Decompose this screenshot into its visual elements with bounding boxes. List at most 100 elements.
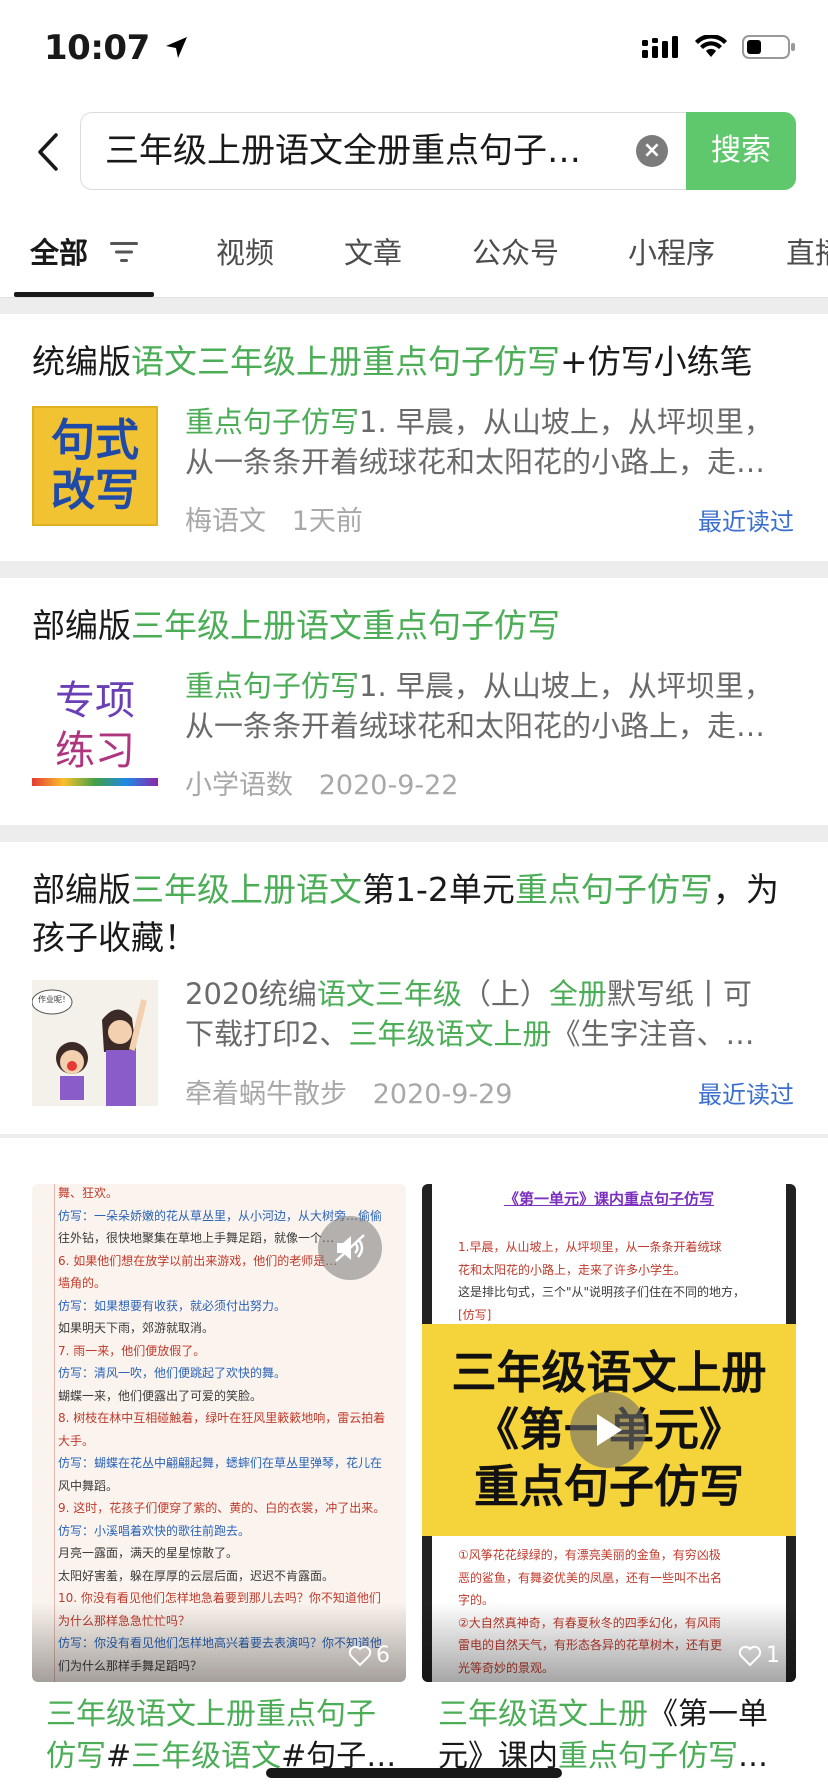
article-snippet: 重点句子仿写1. 早晨，从山坡上，从坪坝里， 从一条条开着绒球花和太阳花的小路上… xyxy=(185,402,798,482)
tab-article[interactable]: 文章 xyxy=(344,230,402,272)
document-line: 蝴蝶一来，他们便露出了可爱的笑脸。 xyxy=(58,1388,263,1403)
title-text: 第1-2单元 xyxy=(362,870,515,909)
active-tab-indicator xyxy=(14,292,154,297)
article-source: 牵着蜗牛散步 xyxy=(185,1079,347,1110)
snippet-highlight: 重点句子仿写 xyxy=(185,405,360,439)
chevron-left-icon xyxy=(38,133,58,171)
tab-official-account[interactable]: 公众号 xyxy=(472,230,559,272)
heart-icon xyxy=(738,1645,762,1666)
title-highlight: 三年级上册语文 xyxy=(131,870,362,909)
article-result[interactable]: 部编版三年级上册语文重点句子仿写 专项 练习 重点句子仿写1. 早晨，从山坡上，… xyxy=(0,578,828,825)
article-thumbnail: 专项 练习 xyxy=(32,670,158,792)
thumbnail-text: 专项 xyxy=(55,678,135,724)
wifi-icon xyxy=(695,35,727,57)
article-source: 梅语文 xyxy=(185,506,266,537)
article-snippet: 重点句子仿写1. 早晨，从山坡上，从坪坝里， 从一条条开着绒球花和太阳花的小路上… xyxy=(185,666,798,746)
thumbnail-text: 作业呢！ xyxy=(38,995,70,1004)
document-line: 仿写：清风一吹，他们便跳起了欢快的舞。 xyxy=(58,1366,287,1380)
snippet-text: 1. 早晨，从山坡上，从坪坝里， xyxy=(359,669,773,703)
article-thumbnail: 作业呢！ xyxy=(32,980,158,1106)
home-indicator xyxy=(266,1768,562,1778)
recently-read-badge: 最近读过 xyxy=(698,1081,794,1109)
search-button[interactable]: 搜索 xyxy=(686,112,796,190)
filter-tabs: 全部 视频 文章 公众号 小程序 直播 xyxy=(0,208,828,298)
tab-mini-program[interactable]: 小程序 xyxy=(628,230,715,272)
article-title: 部编版三年级上册语文重点句子仿写 xyxy=(32,602,798,650)
title-text: 部编版 xyxy=(32,606,131,645)
filter-icon[interactable] xyxy=(110,240,140,264)
document-line: 9. 这时，花孩子们便穿了紫的、黄的、白的衣裳，冲了出来。 xyxy=(58,1501,386,1515)
video-doc-header: 《第一单元》课内重点句子仿写 xyxy=(503,1190,714,1208)
search-box[interactable]: 三年级上册语文全册重点句子… × 搜索 xyxy=(80,112,796,190)
clear-search-icon[interactable]: × xyxy=(636,135,668,167)
like-count[interactable]: 1 xyxy=(738,1643,780,1668)
title-text: 部编版 xyxy=(32,870,131,909)
time-text: 10:07 xyxy=(44,28,150,68)
tab-live[interactable]: 直播 xyxy=(786,230,828,272)
thumbnail-text: 练习 xyxy=(55,728,135,774)
status-time: 10:07 xyxy=(44,28,191,68)
document-line: 舞、狂欢。 xyxy=(58,1186,119,1200)
video-shade xyxy=(422,1602,796,1682)
snippet-text: 下载打印2、 xyxy=(185,1017,349,1051)
video-caption[interactable]: 三年级语文上册重点句子 仿写#三年级语文#句子… xyxy=(46,1694,420,1778)
snippet-text: 默写纸丨可 xyxy=(606,977,752,1011)
document-line: 花和太阳花的小路上，走来了许多小学生。 xyxy=(458,1262,687,1277)
video-card[interactable]: 舞、狂欢。 仿写：一朵朵娇嫩的花从草丛里，从小河边，从大树旁…偷偷 往外钻，很快地聚… xyxy=(32,1184,406,1682)
article-meta: 牵着蜗牛散步 2020-9-29 xyxy=(185,1072,512,1111)
title-highlight: 语文三年级上册重点句子仿写 xyxy=(131,342,560,381)
snippet-text: （上） xyxy=(461,977,549,1011)
speaker-muted-icon xyxy=(335,1234,365,1262)
caption-text: 《第一单 xyxy=(648,1697,768,1732)
document-line: 仿写：小溪唱着欢快的歌往前跑去。 xyxy=(58,1523,251,1538)
location-arrow-icon xyxy=(166,37,188,58)
article-snippet: 2020统编语文三年级（上）全册默写纸丨可 下载打印2、三年级语文上册《生字注音… xyxy=(185,974,798,1054)
caption-text: # xyxy=(106,1739,132,1774)
caption-text: … xyxy=(738,1739,768,1774)
document-line: 1.早晨，从山坡上，从坪坝里，从一条条开着绒球 xyxy=(458,1240,722,1254)
article-time: 2020-9-29 xyxy=(372,1079,513,1110)
document-line: 这是排比句式，三个"从"说明孩子们住在不同的地方， xyxy=(458,1285,746,1299)
mute-button[interactable] xyxy=(318,1216,382,1280)
snippet-highlight: 语文三年级 xyxy=(316,977,462,1011)
article-source: 小学语数 xyxy=(185,770,293,801)
snippet-text: 从一条条开着绒球花和太阳花的小路上，走… xyxy=(185,709,766,743)
snippet-text: 从一条条开着绒球花和太阳花的小路上，走… xyxy=(185,445,766,479)
caption-highlight: 重点句子仿写 xyxy=(558,1739,738,1774)
document-line: 恶的鲨鱼，有舞姿优美的凤凰，还有一些叫不出名 xyxy=(458,1570,723,1585)
document-line: 7. 雨一来，他们便放假了。 xyxy=(58,1343,206,1358)
title-text: +仿写小练笔 xyxy=(560,342,753,381)
document-line: 仿写：如果想要有收获，就必须付出努力。 xyxy=(58,1298,287,1313)
document-line: 仿写：蝴蝶在花丛中翩翩起舞，蟋蟀们在草丛里弹琴，花儿在 xyxy=(58,1456,383,1470)
article-result[interactable]: 统编版语文三年级上册重点句子仿写+仿写小练笔 句式 改写 重点句子仿写1. 早晨… xyxy=(0,314,828,561)
play-button[interactable] xyxy=(570,1392,646,1468)
tab-video[interactable]: 视频 xyxy=(216,230,274,272)
article-time: 1天前 xyxy=(291,506,363,537)
article-meta: 小学语数 2020-9-22 xyxy=(185,763,458,802)
search-input[interactable]: 三年级上册语文全册重点句子… xyxy=(105,113,605,189)
document-line: 月亮一露面，满天的星星惊散了。 xyxy=(58,1546,239,1560)
title-highlight: 三年级上册语文重点句子仿写 xyxy=(131,606,560,645)
caption-highlight: 三年级语文 xyxy=(131,1739,282,1774)
article-result[interactable]: 部编版三年级上册语文第1-2单元重点句子仿写，为孩子收藏！ 作业呢！ 2020统… xyxy=(0,842,828,1134)
article-title: 部编版三年级上册语文第1-2单元重点句子仿写，为孩子收藏！ xyxy=(32,866,798,962)
snippet-highlight: 全册 xyxy=(548,977,607,1011)
snippet-text: 《生字注音、… xyxy=(551,1017,755,1051)
snippet-text: 2020统编 xyxy=(185,977,317,1011)
tab-all[interactable]: 全部 xyxy=(30,230,88,272)
like-count[interactable]: 6 xyxy=(348,1643,390,1668)
cellular-signal-icon xyxy=(642,36,678,58)
play-icon xyxy=(597,1414,622,1446)
title-text: 统编版 xyxy=(32,342,131,381)
battery-icon xyxy=(742,35,795,59)
video-card[interactable]: 《第一单元》课内重点句子仿写 1.早晨，从山坡上，从坪坝里，从一条条开着绒球 花和… xyxy=(422,1184,796,1682)
video-caption[interactable]: 三年级语文上册《第一单 元》课内重点句子仿写… xyxy=(438,1694,812,1778)
document-line: 如果明天下雨，郊游就取消。 xyxy=(58,1321,215,1335)
document-line: ①风筝花花绿绿的，有漂亮美丽的金鱼，有穷凶极 xyxy=(458,1548,721,1562)
back-button[interactable] xyxy=(26,122,70,182)
thumbnail-text: 句式 xyxy=(51,415,139,466)
document-line: 风中舞蹈。 xyxy=(58,1478,119,1493)
status-icons xyxy=(642,34,796,60)
caption-highlight: 三年级语文上册 xyxy=(438,1697,648,1732)
heart-icon xyxy=(348,1645,372,1666)
